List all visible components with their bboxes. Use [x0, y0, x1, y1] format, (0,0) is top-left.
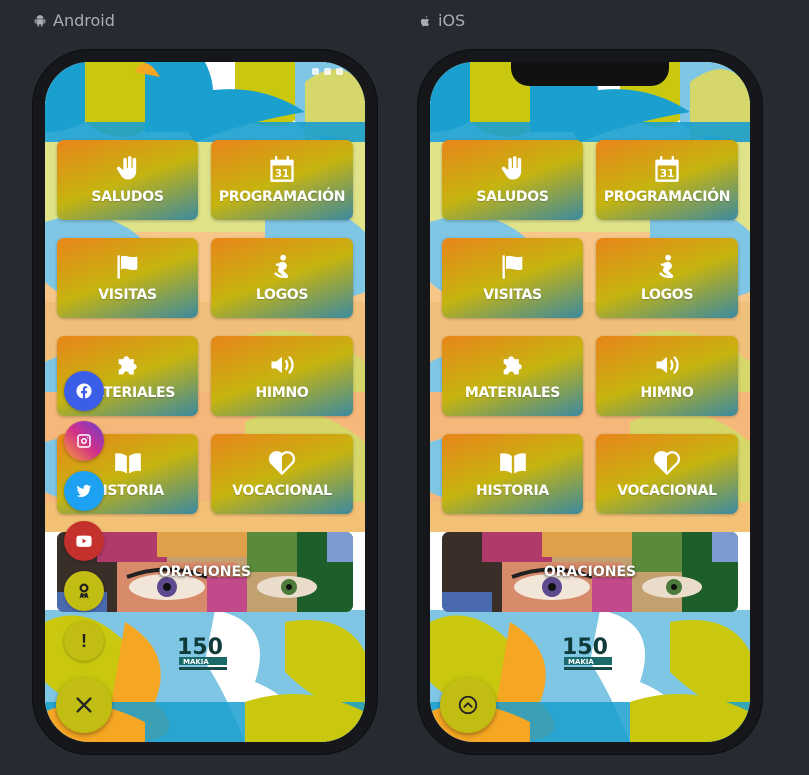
anniversary-logo — [175, 632, 235, 676]
programacion-label: PROGRAMACIÓN — [603, 189, 731, 205]
saludos-button[interactable]: SALUDOS — [57, 140, 198, 220]
apple-icon — [420, 15, 430, 26]
logos-button[interactable]: LOGOS — [596, 238, 738, 318]
puzzle-icon — [503, 356, 522, 375]
visitas-button[interactable]: VISITAS — [442, 238, 583, 318]
anniversary-logo — [560, 632, 620, 676]
calendar-icon: 31 — [270, 156, 294, 182]
calendar-day: 31 — [275, 168, 290, 180]
historia-button[interactable]: HISTORIA — [442, 434, 583, 514]
materiales-label: MATERIALES — [464, 385, 561, 401]
materiales-button[interactable]: MATERIALES — [442, 336, 583, 416]
close-icon — [76, 697, 92, 713]
saludos-label: SALUDOS — [91, 189, 164, 205]
twitter-button[interactable] — [64, 471, 104, 511]
book-icon — [114, 453, 141, 474]
programacion-button[interactable]: 31 PROGRAMACIÓN — [596, 140, 738, 220]
android-label: Android — [33, 11, 115, 30]
oraciones-label: ORACIONES — [158, 564, 252, 580]
android-phone-frame: SALUDOS 31 PROGRAMACIÓN VISITAS LOGOS MA… — [33, 50, 377, 754]
close-menu-button[interactable] — [56, 677, 112, 733]
logos-button[interactable]: LOGOS — [211, 238, 353, 318]
instagram-icon — [77, 434, 91, 448]
speaker-icon — [271, 356, 294, 374]
calendar-day: 31 — [660, 168, 675, 180]
programacion-label: PROGRAMACIÓN — [218, 189, 346, 205]
saludos-label: SALUDOS — [476, 189, 549, 205]
logos-label: LOGOS — [255, 287, 309, 303]
android-icon — [34, 14, 46, 27]
youtube-button[interactable] — [64, 521, 104, 561]
vocacional-button[interactable]: VOCACIONAL — [211, 434, 353, 514]
flag-icon — [117, 255, 137, 279]
award-icon — [79, 583, 89, 599]
logos-label: LOGOS — [640, 287, 694, 303]
visitas-button[interactable]: VISITAS — [57, 238, 198, 318]
logos-icon — [659, 254, 674, 278]
status-bar-icons — [312, 68, 343, 75]
historia-label: HISTORIA — [476, 483, 549, 499]
twitter-icon — [76, 484, 92, 498]
oraciones-button[interactable]: ORACIONES — [442, 532, 738, 612]
visitas-label: VISITAS — [98, 287, 157, 303]
android-label-text: Android — [53, 11, 115, 30]
chevron-up-circle-icon — [458, 695, 478, 715]
alert-icon: ! — [81, 630, 87, 651]
oraciones-label: ORACIONES — [543, 564, 637, 580]
hand-icon — [501, 156, 521, 180]
logos-icon — [274, 254, 289, 278]
youtube-icon — [76, 535, 92, 547]
programacion-button[interactable]: 31 PROGRAMACIÓN — [211, 140, 353, 220]
facebook-button[interactable] — [64, 371, 104, 411]
vocacional-button[interactable]: VOCACIONAL — [596, 434, 738, 514]
himno-button[interactable]: HIMNO — [596, 336, 738, 416]
puzzle-icon — [118, 356, 137, 375]
open-menu-button[interactable] — [440, 677, 496, 733]
facebook-icon — [76, 383, 92, 399]
instagram-button[interactable] — [64, 421, 104, 461]
ios-notch — [511, 62, 669, 86]
speaker-icon — [656, 356, 679, 374]
saludos-button[interactable]: SALUDOS — [442, 140, 583, 220]
ios-screen: SALUDOS 31 PROGRAMACIÓN VISITAS LOGOS MA… — [430, 62, 750, 742]
ios-phone-frame: SALUDOS 31 PROGRAMACIÓN VISITAS LOGOS MA… — [418, 50, 762, 754]
ios-label-text: iOS — [438, 11, 466, 30]
vocacional-label: VOCACIONAL — [617, 483, 717, 499]
ios-label: iOS — [418, 11, 465, 30]
visitas-label: VISITAS — [483, 287, 542, 303]
book-icon — [499, 453, 526, 474]
flag-icon — [502, 255, 522, 279]
himno-label: HIMNO — [640, 385, 694, 401]
heart-half-icon — [268, 451, 296, 476]
heart-half-icon — [653, 451, 681, 476]
hand-icon — [116, 156, 136, 180]
vocacional-label: VOCACIONAL — [232, 483, 332, 499]
alert-button[interactable]: ! — [64, 621, 104, 661]
award-button[interactable] — [64, 571, 104, 611]
calendar-icon: 31 — [655, 156, 679, 182]
himno-button[interactable]: HIMNO — [211, 336, 353, 416]
himno-label: HIMNO — [255, 385, 309, 401]
